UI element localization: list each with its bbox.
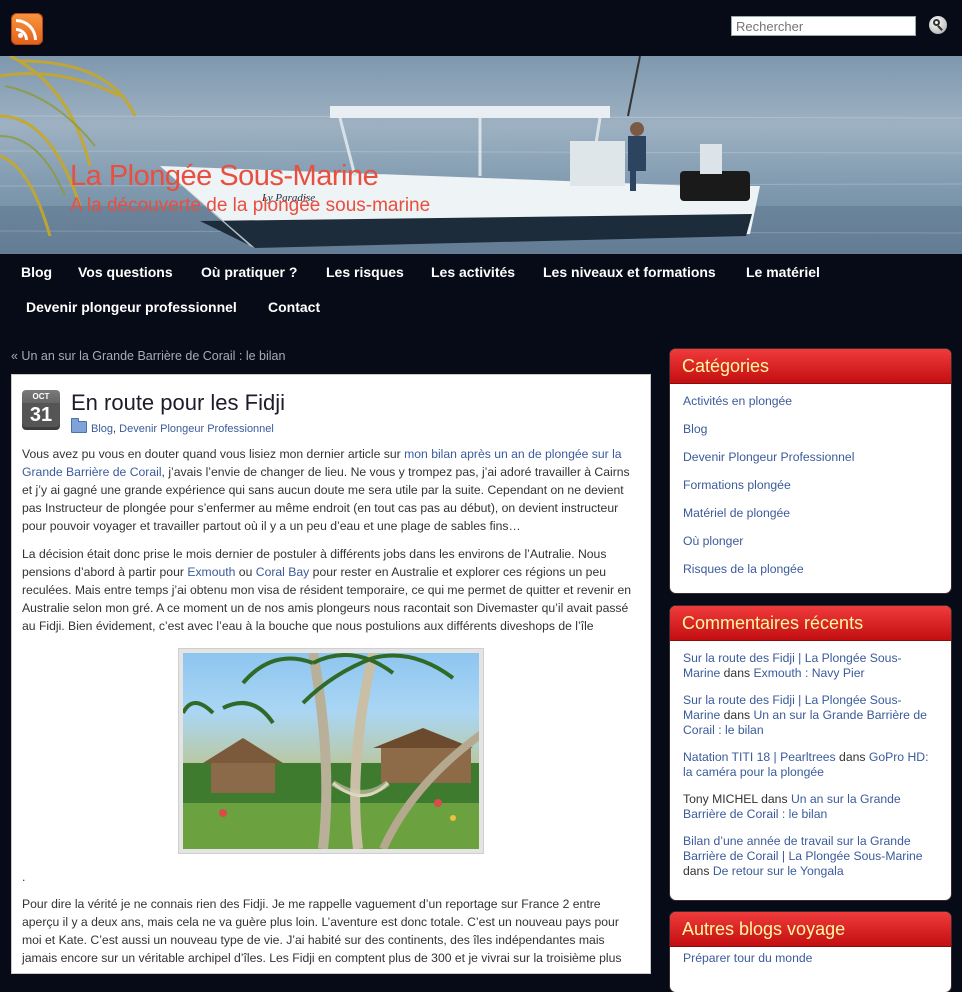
comment-post-link[interactable]: Exmouth : Navy Pier bbox=[753, 666, 864, 680]
comment-item: Sur la route des Fidji | La Plongée Sous… bbox=[683, 693, 938, 738]
post-paragraph-3: Pour dire la vérité je ne connais rien d… bbox=[22, 897, 622, 965]
main-nav: Blog Vos questions Où pratiquer ? Les ri… bbox=[0, 254, 962, 324]
category-item[interactable]: Où plonger bbox=[683, 534, 938, 562]
post-title[interactable]: En route pour les Fidji bbox=[71, 390, 285, 416]
separator-dot: . bbox=[22, 870, 26, 884]
widget-title-blogs: Autres blogs voyage bbox=[670, 912, 951, 947]
nav-item-le-materiel[interactable]: Le matériel bbox=[746, 264, 820, 280]
category-item[interactable]: Blog bbox=[683, 422, 938, 450]
category-item[interactable]: Formations plongée bbox=[683, 478, 938, 506]
post-categories: Blog, Devenir Plongeur Professionnel bbox=[71, 418, 274, 435]
category-link-blog[interactable]: Blog bbox=[91, 423, 113, 435]
nav-item-blog[interactable]: Blog bbox=[21, 264, 52, 280]
widget-categories: Catégories Activités en plongée Blog Dev… bbox=[670, 349, 951, 593]
date-badge: OCT 31 bbox=[22, 390, 60, 430]
widget-recent-comments: Commentaires récents Sur la route des Fi… bbox=[670, 606, 951, 900]
comment-author-link[interactable]: Bilan d’une année de travail sur la Gran… bbox=[683, 834, 923, 863]
widget-title-comments: Commentaires récents bbox=[670, 606, 951, 641]
post: OCT 31 En route pour les Fidji Blog, Dev… bbox=[11, 374, 651, 974]
comment-author-link[interactable]: Natation TITI 18 | Pearltrees bbox=[683, 750, 836, 764]
category-item[interactable]: Risques de la plongée bbox=[683, 562, 938, 590]
nav-item-contact[interactable]: Contact bbox=[268, 299, 320, 315]
search-input[interactable] bbox=[731, 16, 916, 36]
rss-icon[interactable] bbox=[11, 13, 43, 45]
category-item[interactable]: Devenir Plongeur Professionnel bbox=[683, 450, 938, 478]
comment-item: Bilan d’une année de travail sur la Gran… bbox=[683, 834, 938, 879]
nav-item-ou-pratiquer[interactable]: Où pratiquer ? bbox=[201, 264, 297, 280]
category-link-devenir-plongeur[interactable]: Devenir Plongeur Professionnel bbox=[119, 423, 274, 435]
comment-on: dans bbox=[683, 864, 713, 878]
comment-item: Tony MICHEL dans Un an sur la Grande Bar… bbox=[683, 792, 938, 822]
comment-author: Tony MICHEL bbox=[683, 792, 758, 806]
comment-item: Sur la route des Fidji | La Plongée Sous… bbox=[683, 651, 938, 681]
comment-on: dans bbox=[835, 750, 869, 764]
nav-item-niveaux-formations[interactable]: Les niveaux et formations bbox=[543, 264, 716, 280]
comment-on: dans bbox=[720, 708, 754, 722]
comment-on: dans bbox=[757, 792, 791, 806]
category-item[interactable]: Matériel de plongée bbox=[683, 506, 938, 534]
palm-hammock-photo bbox=[183, 653, 479, 849]
widget-title-categories: Catégories bbox=[670, 349, 951, 384]
boat-photo: Ly Paradise bbox=[0, 56, 962, 254]
header-banner: Ly Paradise La Plongée Sous-Marine A la … bbox=[0, 56, 962, 254]
date-day: 31 bbox=[22, 403, 60, 427]
post-image-fiji[interactable] bbox=[178, 648, 484, 854]
post-paragraph-1: Vous avez pu vous en douter quand vous l… bbox=[22, 445, 636, 535]
comment-on: dans bbox=[720, 666, 754, 680]
previous-post-link[interactable]: « Un an sur la Grande Barrière de Corail… bbox=[11, 349, 285, 363]
search-button[interactable] bbox=[929, 16, 947, 34]
date-month: OCT bbox=[32, 392, 50, 401]
nav-item-devenir-plongeur[interactable]: Devenir plongeur professionnel bbox=[26, 299, 237, 315]
widget-other-blogs: Autres blogs voyage Préparer tour du mon… bbox=[670, 912, 951, 992]
site-title[interactable]: La Plongée Sous-Marine bbox=[70, 160, 379, 193]
nav-item-vos-questions[interactable]: Vos questions bbox=[78, 264, 173, 280]
comment-item: Natation TITI 18 | Pearltrees dans GoPro… bbox=[683, 750, 938, 780]
folder-icon bbox=[71, 418, 87, 433]
comment-post-link[interactable]: De retour sur le Yongala bbox=[713, 864, 844, 878]
paragraph-text: ou bbox=[235, 565, 256, 579]
blog-link-item[interactable]: Préparer tour du monde bbox=[683, 951, 938, 979]
nav-item-les-activites[interactable]: Les activités bbox=[431, 264, 515, 280]
link-exmouth[interactable]: Exmouth bbox=[187, 565, 235, 579]
post-paragraph-2: La décision était donc prise le mois der… bbox=[22, 545, 636, 635]
link-coral-bay[interactable]: Coral Bay bbox=[256, 565, 310, 579]
nav-item-les-risques[interactable]: Les risques bbox=[326, 264, 404, 280]
site-description: A la découverte de la plongée sous-marin… bbox=[70, 195, 431, 216]
category-item[interactable]: Activités en plongée bbox=[683, 394, 938, 422]
paragraph-text: Vous avez pu vous en douter quand vous l… bbox=[22, 447, 405, 461]
